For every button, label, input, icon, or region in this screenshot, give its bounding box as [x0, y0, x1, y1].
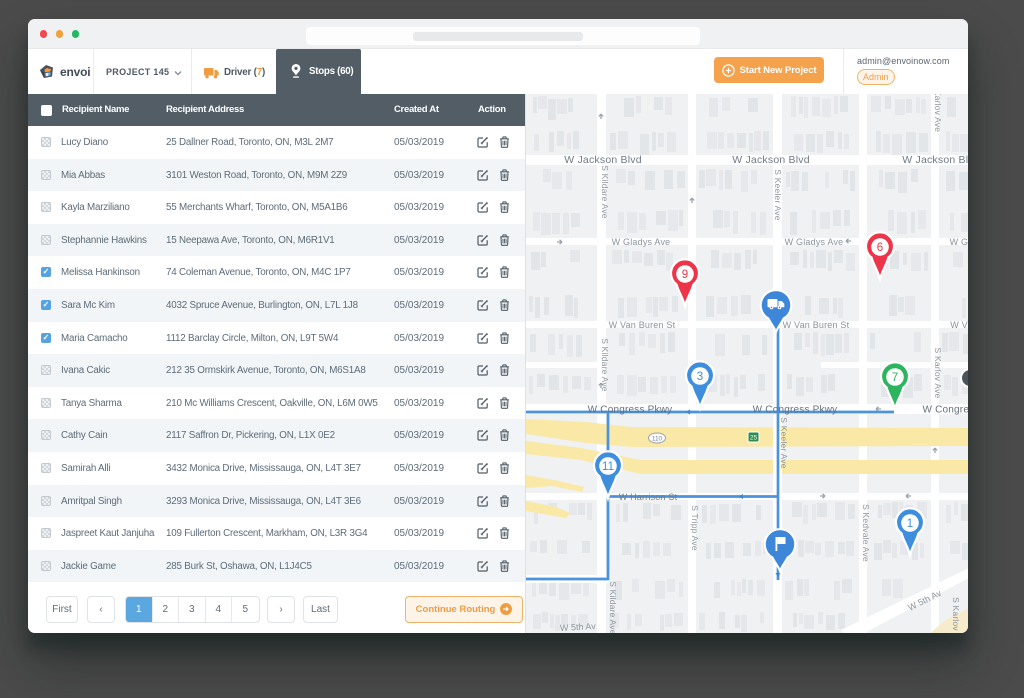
svg-text:7: 7: [892, 372, 898, 384]
svg-text:W Gladys Ave: W Gladys Ave: [612, 237, 671, 247]
svg-text:S Tripp Ave: S Tripp Ave: [690, 505, 700, 551]
svg-text:9: 9: [682, 269, 688, 281]
svg-text:W Van Buren St: W Van Buren St: [609, 320, 676, 330]
svg-text:S Keeler Ave: S Keeler Ave: [773, 169, 783, 220]
svg-text:W Jackson Blvd: W Jackson Blvd: [732, 154, 810, 166]
svg-text:25: 25: [750, 435, 758, 442]
svg-text:W Jackson Blv: W Jackson Blv: [902, 154, 968, 166]
svg-text:3: 3: [697, 371, 703, 383]
svg-text:11: 11: [602, 461, 614, 473]
svg-text:Karlov Ave: Karlov Ave: [933, 94, 943, 132]
svg-text:W V: W V: [950, 320, 968, 330]
svg-text:W Harrison St: W Harrison St: [619, 492, 678, 502]
svg-text:S Kildare Ave: S Kildare Ave: [600, 165, 610, 219]
svg-text:110: 110: [652, 436, 663, 443]
svg-text:S Kildare Ave: S Kildare Ave: [600, 338, 610, 392]
svg-text:6: 6: [877, 242, 883, 254]
svg-text:S Keeler Ave: S Keeler Ave: [779, 417, 789, 468]
svg-text:S Karlov: S Karlov: [951, 597, 961, 631]
svg-text:1: 1: [907, 518, 913, 530]
svg-text:S Karlov Ave: S Karlov Ave: [933, 348, 943, 399]
svg-text:S Kedvale Ave: S Kedvale Ave: [861, 504, 871, 562]
svg-text:W Jackson Blvd: W Jackson Blvd: [564, 154, 642, 166]
svg-text:W Congress Pkwy: W Congress Pkwy: [753, 405, 838, 416]
svg-text:W Congress Pkwy: W Congress Pkwy: [588, 405, 673, 416]
svg-text:W Gladys Ave: W Gladys Ave: [785, 237, 844, 247]
svg-text:W Gl: W Gl: [950, 237, 968, 247]
svg-text:W Van Buren St: W Van Buren St: [783, 320, 850, 330]
svg-text:W 5th Av: W 5th Av: [560, 621, 597, 633]
svg-text:W Congress: W Congress: [922, 405, 968, 416]
svg-text:S Kildare Ave: S Kildare Ave: [608, 581, 618, 633]
